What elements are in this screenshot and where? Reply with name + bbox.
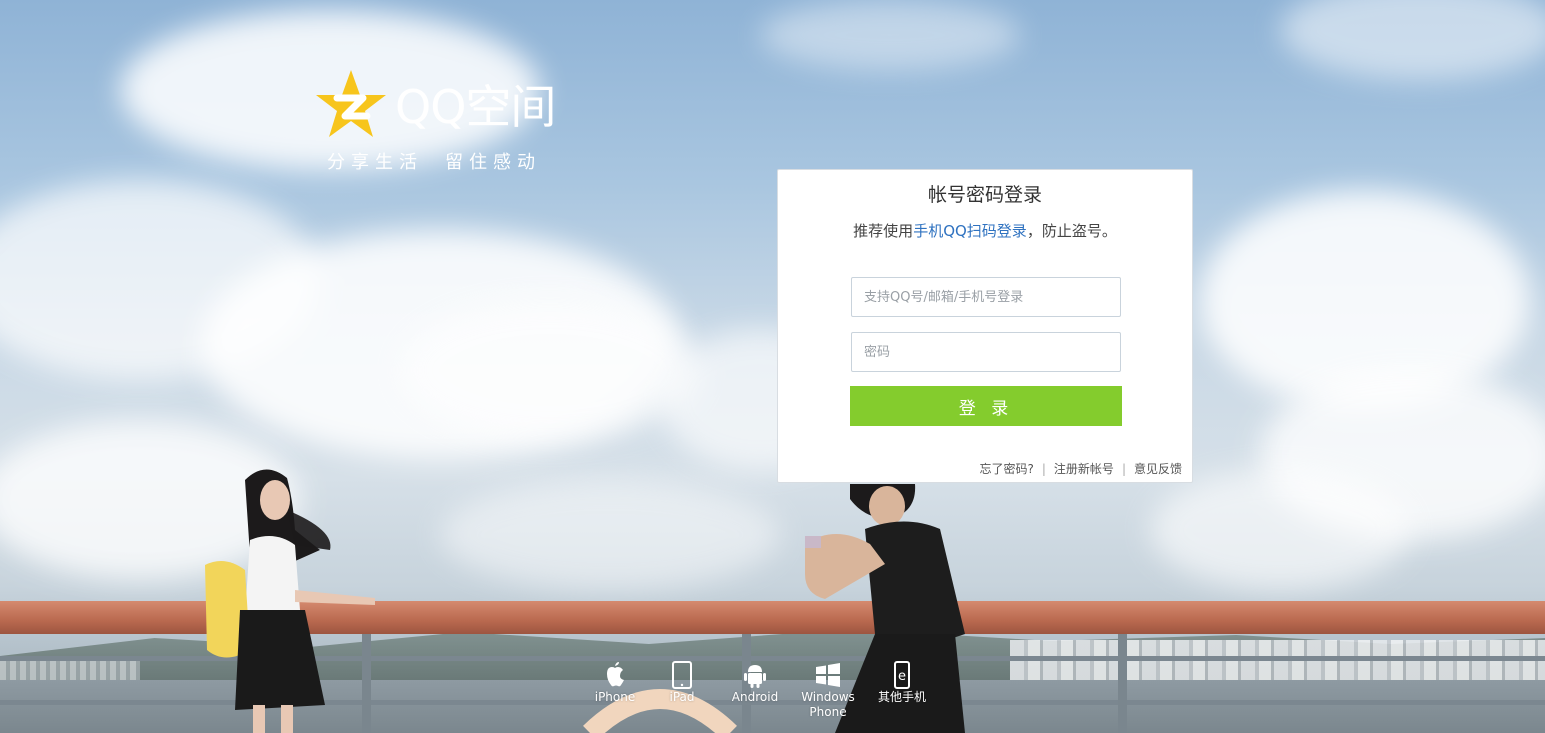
windows-icon (816, 663, 840, 687)
register-link[interactable]: 注册新帐号 (1054, 462, 1114, 476)
slogan-right: 留住感动 (445, 152, 541, 173)
login-tip: 推荐使用手机QQ扫码登录，防止盗号。 (778, 220, 1192, 241)
username-input[interactable] (851, 277, 1121, 317)
link-separator: | (1121, 462, 1126, 476)
platform-other[interactable]: e 其他手机 (872, 660, 932, 705)
tablet-icon (672, 661, 692, 689)
star-logo-icon (316, 70, 386, 137)
login-button[interactable]: 登 录 (850, 386, 1122, 426)
login-page: QQ空间 分享生活 留住感动 帐号密码登录 推荐使用手机QQ扫码登录，防止盗号。 … (0, 0, 1545, 733)
platform-label: Windows Phone (801, 690, 855, 719)
forgot-password-link[interactable]: 忘了密码? (980, 462, 1034, 476)
android-icon (744, 665, 766, 688)
platform-downloads: iPhone iPad Android Windows Phone e 其他手机 (580, 660, 940, 730)
platform-ipad[interactable]: iPad (652, 660, 712, 705)
apple-icon (607, 662, 624, 687)
tip-prefix: 推荐使用 (853, 222, 914, 240)
platform-label: Android (731, 690, 779, 704)
qr-login-link[interactable]: 手机QQ扫码登录 (913, 222, 1027, 240)
slogan-left: 分享生活 (327, 152, 423, 173)
platform-label: iPhone (594, 690, 636, 704)
login-links: 忘了密码? | 注册新帐号 | 意见反馈 (980, 460, 1183, 477)
login-card: 帐号密码登录 推荐使用手机QQ扫码登录，防止盗号。 登 录 忘了密码? | 注册新帐… (777, 169, 1193, 483)
login-title: 帐号密码登录 (927, 184, 1042, 206)
platform-android[interactable]: Android (725, 660, 785, 705)
qzone-logo[interactable]: QQ空间 分享生活 留住感动 (315, 68, 575, 178)
platform-label: iPad (669, 690, 695, 704)
platform-label: 其他手机 (877, 690, 926, 704)
feedback-link[interactable]: 意见反馈 (1134, 462, 1182, 476)
platform-windows-phone[interactable]: Windows Phone (795, 660, 861, 720)
slogan: 分享生活 留住感动 (327, 148, 541, 174)
svg-text:e: e (898, 669, 906, 684)
link-separator: | (1041, 462, 1046, 476)
mobile-icon: e (894, 661, 910, 689)
platform-iphone[interactable]: iPhone (585, 660, 645, 705)
girl-figure (205, 469, 375, 733)
password-input[interactable] (851, 332, 1121, 372)
logo-text: QQ空间 (395, 80, 556, 134)
tip-suffix: ，防止盗号。 (1026, 222, 1117, 240)
